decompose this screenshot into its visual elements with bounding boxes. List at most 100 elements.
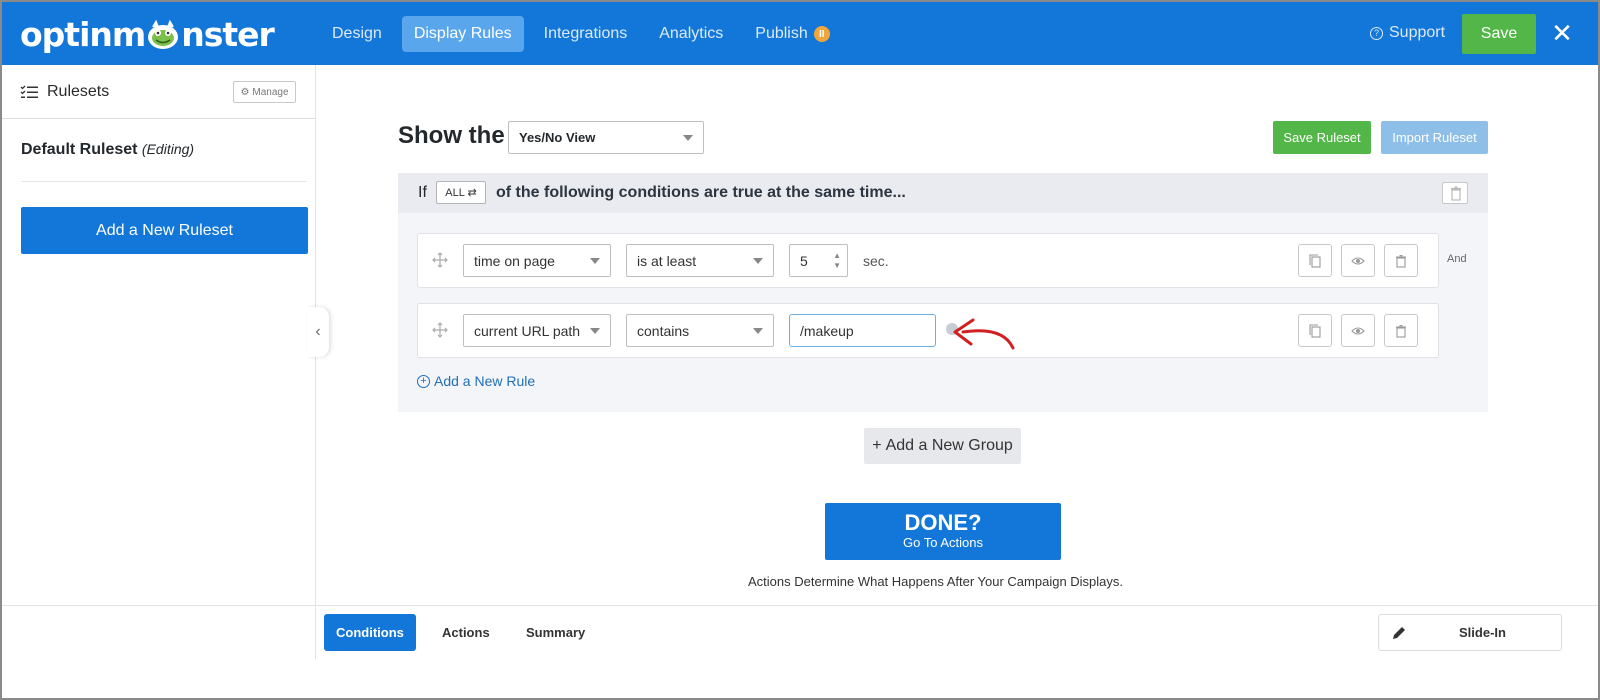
top-navigation-bar: optinm nster Design Display Rules Integr… [2,2,1598,65]
ruleset-item-default[interactable]: Default Ruleset (Editing) [21,141,194,159]
caret-down-icon [590,258,600,264]
field-value: current URL path [474,322,581,339]
rulesets-sidebar: Rulesets ⚙ Manage Default Ruleset (Editi… [2,65,316,605]
nav-design[interactable]: Design [320,16,394,52]
input-value: /makeup [800,322,854,339]
plus-icon: + [872,437,882,454]
optinmonster-logo[interactable]: optinm nster [20,14,275,54]
url-path-input[interactable]: /makeup [789,314,936,347]
add-group-label: Add a New Group [885,437,1013,454]
sidebar-footer [2,606,316,659]
trash-icon [1396,324,1406,338]
sidebar-header: Rulesets ⚙ Manage [2,65,315,119]
nav-label: Analytics [659,25,724,42]
app-frame: optinm nster Design Display Rules Integr… [0,0,1600,700]
import-ruleset-button[interactable]: Import Ruleset [1381,121,1488,154]
paused-status-icon: II [813,26,830,42]
show-the-label: Show the [398,122,505,149]
ruleset-status: (Editing) [141,141,195,157]
group-header: If ALL ⇄ of the following conditions are… [398,173,1488,213]
caret-down-icon [590,328,600,334]
delete-rule-button[interactable] [1384,314,1418,347]
monster-mascot-icon [146,19,180,49]
support-label: Support [1389,24,1446,41]
campaign-type-label: Slide-In [1459,625,1506,640]
view-select[interactable]: Yes/No View [508,121,704,154]
seconds-number-input[interactable]: 5 ▲ ▼ [789,244,848,277]
nav-integrations[interactable]: Integrations [532,16,640,52]
nav-label: Design [332,25,382,42]
trash-icon [1396,254,1406,268]
duplicate-rule-button[interactable] [1298,244,1332,277]
go-to-actions-button[interactable]: DONE? Go To Actions [825,503,1061,560]
rule-field-select[interactable]: time on page [463,244,611,277]
tab-actions[interactable]: Actions [430,614,502,651]
support-link[interactable]: ? Support [1370,24,1445,42]
nav-display-rules[interactable]: Display Rules [401,16,524,52]
rule-operator-select[interactable]: contains [626,314,774,347]
unit-label: sec. [863,253,889,269]
operator-value: is at least [637,252,697,269]
add-rule-link[interactable]: + Add a New Rule [417,373,535,389]
plus-circle-icon: + [417,374,430,388]
rule-group: If ALL ⇄ of the following conditions are… [398,173,1488,412]
caret-down-icon [753,258,763,264]
duplicate-rule-button[interactable] [1298,314,1332,347]
number-value: 5 [800,252,808,269]
add-ruleset-button[interactable]: Add a New Ruleset [21,207,308,254]
checklist-icon [20,85,38,98]
sidebar-title: Rulesets [47,83,110,100]
drag-handle-icon[interactable] [432,322,448,338]
pencil-icon [1393,627,1405,639]
nav-label: Integrations [543,25,628,42]
ruleset-name: Default Ruleset [21,141,138,158]
field-value: time on page [474,252,555,269]
nav-label: Publish [755,25,808,42]
manage-button[interactable]: ⚙ Manage [233,81,296,103]
rule-operator-select[interactable]: is at least [626,244,774,277]
add-group-button[interactable]: + Add a New Group [864,428,1021,464]
operator-value: contains [637,322,690,339]
view-select-value: Yes/No View [519,130,596,145]
delete-group-button[interactable] [1442,182,1468,204]
drag-handle-icon[interactable] [432,252,448,268]
done-title: DONE? [904,510,982,535]
condition-description: of the following conditions are true at … [496,184,906,201]
nav-publish[interactable]: Publish II [743,16,841,52]
caret-down-icon [683,135,693,141]
rule-row: current URL path contains /makeup [417,303,1439,358]
save-button[interactable]: Save [1462,14,1536,54]
spinner-arrows-icon[interactable]: ▲ ▼ [833,251,841,271]
copy-icon [1309,323,1321,338]
logo-text-start: optinm [20,14,146,54]
eye-icon [1351,256,1365,265]
if-label: If [418,184,427,201]
caret-down-icon [753,328,763,334]
tab-summary[interactable]: Summary [514,614,597,651]
gear-icon: ⚙ [240,86,250,98]
copy-icon [1309,253,1321,268]
preview-rule-button[interactable] [1341,244,1375,277]
add-rule-label: Add a New Rule [434,373,536,389]
campaign-type-selector[interactable]: Slide-In [1378,614,1562,651]
nav-analytics[interactable]: Analytics [647,16,735,52]
eye-icon [1351,326,1365,335]
collapse-sidebar-icon[interactable]: ‹ [307,307,329,357]
divider [21,181,307,182]
delete-rule-button[interactable] [1384,244,1418,277]
bottom-tab-bar: Conditions Actions Summary Slide-In [2,605,1598,698]
rule-field-select[interactable]: current URL path [463,314,611,347]
rule-row: time on page is at least 5 ▲ ▼ sec. [417,233,1439,288]
tab-conditions[interactable]: Conditions [324,614,416,651]
nav-label: Display Rules [413,25,512,42]
trash-icon [1451,186,1461,201]
done-subtitle: Go To Actions [903,535,983,550]
preview-rule-button[interactable] [1341,314,1375,347]
help-circle-icon: ? [1370,26,1383,40]
and-label: And [1447,253,1467,265]
actions-note: Actions Determine What Happens After You… [748,574,1124,589]
save-ruleset-button[interactable]: Save Ruleset [1273,121,1371,154]
red-arrow-annotation-icon [946,318,1015,350]
match-all-toggle[interactable]: ALL ⇄ [436,181,486,204]
close-icon[interactable]: ✕ [1550,20,1574,46]
